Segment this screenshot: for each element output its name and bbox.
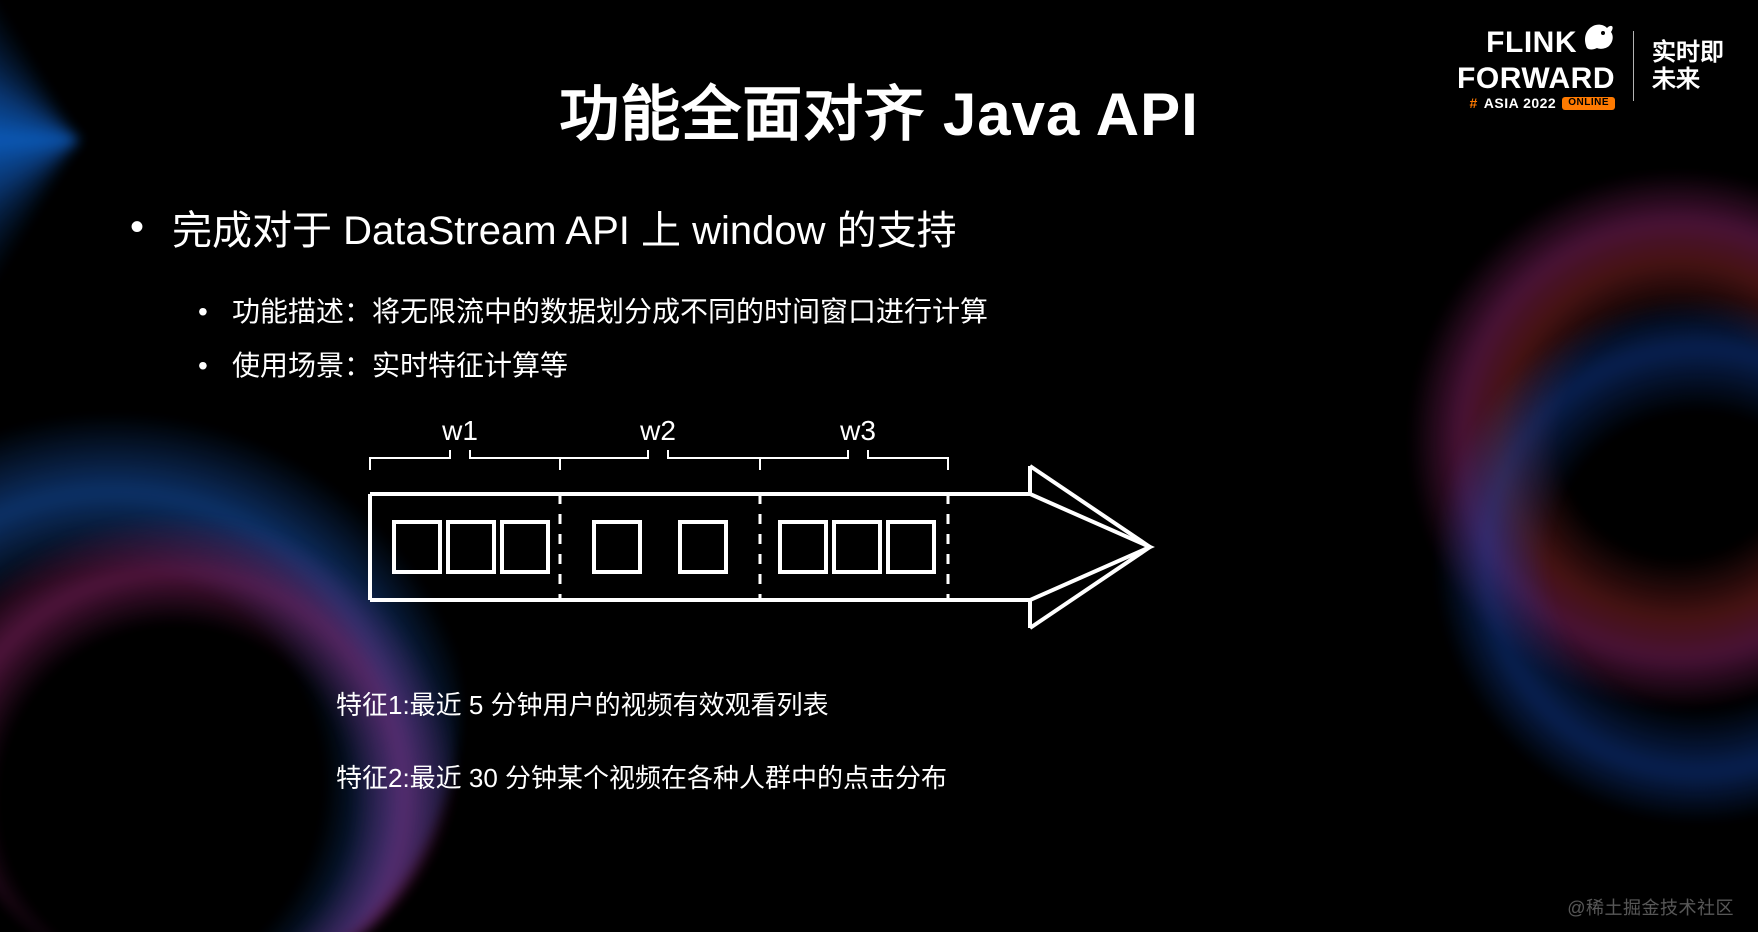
slogan-line2: 未来 [1652,66,1724,94]
window-label: w3 [839,415,876,446]
window-label: w2 [639,415,676,446]
logo-divider [1633,31,1634,101]
feature-examples: 特征1:最近 5 分钟用户的视频有效观看列表 特征2:最近 30 分钟某个视频在… [336,686,947,832]
window-diagram: w1 w2 w3 [380,410,1280,650]
window-brackets [370,450,948,470]
logo-online-badge: ONLINE [1562,97,1615,110]
sub-bullet-text: 功能描述：将无限流中的数据划分成不同的时间窗口进行计算 [232,296,988,327]
example-line: 特征1:最近 5 分钟用户的视频有效观看列表 [336,686,947,725]
sub-bullet: 使用场景：实时特征计算等 [198,344,1628,384]
stream-arrow [370,466,1150,628]
logo-slogan: 实时即 未来 [1652,39,1724,94]
window-label: w1 [441,415,478,446]
slide-title: 功能全面对齐 Java API [559,66,1199,153]
event-squares [394,522,934,572]
sub-bullet: 功能描述：将无限流中的数据划分成不同的时间窗口进行计算 [198,290,1628,330]
logo-word-forward: FORWARD [1457,63,1615,95]
event-logo: FLINK FORWARD # ASIA 2022 ONLINE 实时即 未来 [1457,22,1724,111]
flink-forward-logo: FLINK FORWARD # ASIA 2022 ONLINE [1457,22,1615,111]
slogan-line1: 实时即 [1652,39,1724,67]
squirrel-icon [1581,20,1615,61]
logo-word-flink: FLINK [1486,27,1577,59]
slide-content: 完成对于 DataStream API 上 window 的支持 功能描述：将无… [130,198,1628,398]
watermark: @稀土掘金技术社区 [1567,894,1734,920]
logo-hash: # [1469,96,1477,111]
logo-event: ASIA 2022 [1484,96,1556,111]
sub-bullet-text: 使用场景：实时特征计算等 [232,350,568,381]
example-line: 特征2:最近 30 分钟某个视频在各种人群中的点击分布 [336,759,947,798]
main-bullet-text: 完成对于 DataStream API 上 window 的支持 [172,209,957,253]
main-bullet: 完成对于 DataStream API 上 window 的支持 [130,198,1628,256]
